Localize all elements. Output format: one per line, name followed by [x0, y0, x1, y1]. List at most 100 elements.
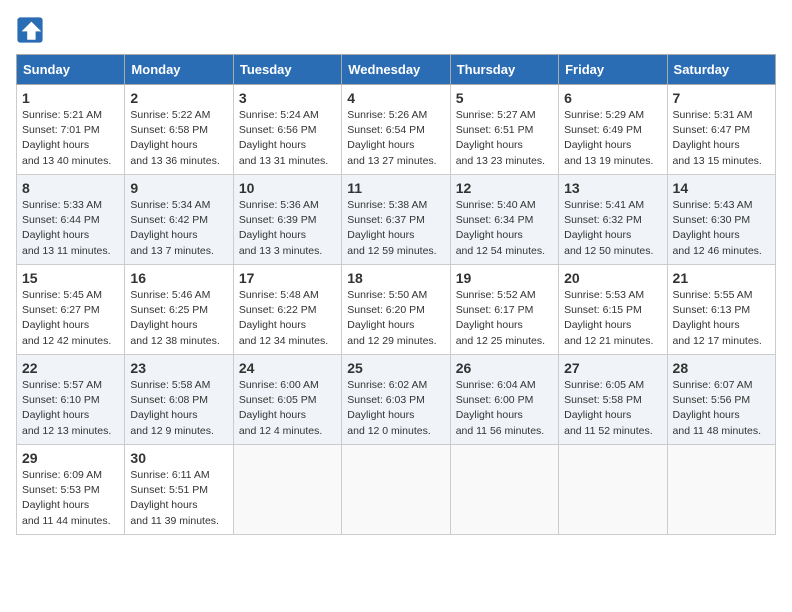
calendar-cell: 18 Sunrise: 5:50 AM Sunset: 6:20 PM Dayl…	[342, 265, 450, 355]
day-number: 13	[564, 180, 661, 196]
col-header-friday: Friday	[559, 55, 667, 85]
calendar-cell: 26 Sunrise: 6:04 AM Sunset: 6:00 PM Dayl…	[450, 355, 558, 445]
day-info: Sunrise: 5:40 AM Sunset: 6:34 PM Dayligh…	[456, 198, 553, 259]
calendar-cell: 15 Sunrise: 5:45 AM Sunset: 6:27 PM Dayl…	[17, 265, 125, 355]
logo	[16, 16, 48, 44]
day-info: Sunrise: 6:07 AM Sunset: 5:56 PM Dayligh…	[673, 378, 770, 439]
calendar-cell: 27 Sunrise: 6:05 AM Sunset: 5:58 PM Dayl…	[559, 355, 667, 445]
day-number: 18	[347, 270, 444, 286]
calendar-cell: 6 Sunrise: 5:29 AM Sunset: 6:49 PM Dayli…	[559, 85, 667, 175]
day-info: Sunrise: 5:24 AM Sunset: 6:56 PM Dayligh…	[239, 108, 336, 169]
day-number: 15	[22, 270, 119, 286]
col-header-sunday: Sunday	[17, 55, 125, 85]
calendar-cell: 1 Sunrise: 5:21 AM Sunset: 7:01 PM Dayli…	[17, 85, 125, 175]
col-header-wednesday: Wednesday	[342, 55, 450, 85]
day-number: 19	[456, 270, 553, 286]
day-number: 5	[456, 90, 553, 106]
calendar-cell: 22 Sunrise: 5:57 AM Sunset: 6:10 PM Dayl…	[17, 355, 125, 445]
col-header-monday: Monday	[125, 55, 233, 85]
calendar-cell: 28 Sunrise: 6:07 AM Sunset: 5:56 PM Dayl…	[667, 355, 775, 445]
day-number: 23	[130, 360, 227, 376]
calendar-cell: 7 Sunrise: 5:31 AM Sunset: 6:47 PM Dayli…	[667, 85, 775, 175]
day-number: 2	[130, 90, 227, 106]
calendar-cell: 2 Sunrise: 5:22 AM Sunset: 6:58 PM Dayli…	[125, 85, 233, 175]
day-info: Sunrise: 5:53 AM Sunset: 6:15 PM Dayligh…	[564, 288, 661, 349]
day-number: 4	[347, 90, 444, 106]
calendar-cell: 24 Sunrise: 6:00 AM Sunset: 6:05 PM Dayl…	[233, 355, 341, 445]
calendar-cell: 19 Sunrise: 5:52 AM Sunset: 6:17 PM Dayl…	[450, 265, 558, 355]
day-info: Sunrise: 5:29 AM Sunset: 6:49 PM Dayligh…	[564, 108, 661, 169]
day-info: Sunrise: 6:04 AM Sunset: 6:00 PM Dayligh…	[456, 378, 553, 439]
day-info: Sunrise: 5:43 AM Sunset: 6:30 PM Dayligh…	[673, 198, 770, 259]
day-info: Sunrise: 6:05 AM Sunset: 5:58 PM Dayligh…	[564, 378, 661, 439]
day-number: 17	[239, 270, 336, 286]
day-info: Sunrise: 5:58 AM Sunset: 6:08 PM Dayligh…	[130, 378, 227, 439]
day-number: 12	[456, 180, 553, 196]
day-number: 9	[130, 180, 227, 196]
calendar-cell: 30 Sunrise: 6:11 AM Sunset: 5:51 PM Dayl…	[125, 445, 233, 535]
day-info: Sunrise: 6:09 AM Sunset: 5:53 PM Dayligh…	[22, 468, 119, 529]
day-number: 10	[239, 180, 336, 196]
day-info: Sunrise: 5:36 AM Sunset: 6:39 PM Dayligh…	[239, 198, 336, 259]
day-info: Sunrise: 6:00 AM Sunset: 6:05 PM Dayligh…	[239, 378, 336, 439]
day-number: 28	[673, 360, 770, 376]
day-info: Sunrise: 5:26 AM Sunset: 6:54 PM Dayligh…	[347, 108, 444, 169]
day-number: 25	[347, 360, 444, 376]
calendar-cell: 25 Sunrise: 6:02 AM Sunset: 6:03 PM Dayl…	[342, 355, 450, 445]
day-number: 29	[22, 450, 119, 466]
calendar-cell	[342, 445, 450, 535]
day-number: 7	[673, 90, 770, 106]
day-info: Sunrise: 5:31 AM Sunset: 6:47 PM Dayligh…	[673, 108, 770, 169]
calendar-cell: 21 Sunrise: 5:55 AM Sunset: 6:13 PM Dayl…	[667, 265, 775, 355]
day-number: 26	[456, 360, 553, 376]
day-info: Sunrise: 5:27 AM Sunset: 6:51 PM Dayligh…	[456, 108, 553, 169]
day-info: Sunrise: 5:41 AM Sunset: 6:32 PM Dayligh…	[564, 198, 661, 259]
calendar-cell: 20 Sunrise: 5:53 AM Sunset: 6:15 PM Dayl…	[559, 265, 667, 355]
calendar-cell: 14 Sunrise: 5:43 AM Sunset: 6:30 PM Dayl…	[667, 175, 775, 265]
calendar-cell: 9 Sunrise: 5:34 AM Sunset: 6:42 PM Dayli…	[125, 175, 233, 265]
calendar-cell: 11 Sunrise: 5:38 AM Sunset: 6:37 PM Dayl…	[342, 175, 450, 265]
day-number: 24	[239, 360, 336, 376]
day-number: 3	[239, 90, 336, 106]
calendar-cell: 5 Sunrise: 5:27 AM Sunset: 6:51 PM Dayli…	[450, 85, 558, 175]
day-info: Sunrise: 5:33 AM Sunset: 6:44 PM Dayligh…	[22, 198, 119, 259]
calendar-cell: 4 Sunrise: 5:26 AM Sunset: 6:54 PM Dayli…	[342, 85, 450, 175]
calendar-cell	[559, 445, 667, 535]
calendar-cell	[667, 445, 775, 535]
day-number: 11	[347, 180, 444, 196]
day-number: 1	[22, 90, 119, 106]
day-info: Sunrise: 5:21 AM Sunset: 7:01 PM Dayligh…	[22, 108, 119, 169]
day-info: Sunrise: 5:55 AM Sunset: 6:13 PM Dayligh…	[673, 288, 770, 349]
calendar-cell	[233, 445, 341, 535]
col-header-thursday: Thursday	[450, 55, 558, 85]
day-info: Sunrise: 5:34 AM Sunset: 6:42 PM Dayligh…	[130, 198, 227, 259]
calendar-cell: 12 Sunrise: 5:40 AM Sunset: 6:34 PM Dayl…	[450, 175, 558, 265]
day-number: 8	[22, 180, 119, 196]
day-number: 22	[22, 360, 119, 376]
day-number: 6	[564, 90, 661, 106]
day-info: Sunrise: 5:45 AM Sunset: 6:27 PM Dayligh…	[22, 288, 119, 349]
day-info: Sunrise: 6:02 AM Sunset: 6:03 PM Dayligh…	[347, 378, 444, 439]
day-info: Sunrise: 5:48 AM Sunset: 6:22 PM Dayligh…	[239, 288, 336, 349]
day-info: Sunrise: 5:52 AM Sunset: 6:17 PM Dayligh…	[456, 288, 553, 349]
day-info: Sunrise: 5:57 AM Sunset: 6:10 PM Dayligh…	[22, 378, 119, 439]
day-info: Sunrise: 5:38 AM Sunset: 6:37 PM Dayligh…	[347, 198, 444, 259]
calendar-cell: 29 Sunrise: 6:09 AM Sunset: 5:53 PM Dayl…	[17, 445, 125, 535]
calendar-table: SundayMondayTuesdayWednesdayThursdayFrid…	[16, 54, 776, 535]
page-header	[16, 16, 776, 44]
day-info: Sunrise: 6:11 AM Sunset: 5:51 PM Dayligh…	[130, 468, 227, 529]
day-number: 21	[673, 270, 770, 286]
calendar-cell	[450, 445, 558, 535]
calendar-cell: 3 Sunrise: 5:24 AM Sunset: 6:56 PM Dayli…	[233, 85, 341, 175]
day-number: 16	[130, 270, 227, 286]
calendar-cell: 13 Sunrise: 5:41 AM Sunset: 6:32 PM Dayl…	[559, 175, 667, 265]
calendar-cell: 16 Sunrise: 5:46 AM Sunset: 6:25 PM Dayl…	[125, 265, 233, 355]
day-number: 14	[673, 180, 770, 196]
calendar-cell: 10 Sunrise: 5:36 AM Sunset: 6:39 PM Dayl…	[233, 175, 341, 265]
day-info: Sunrise: 5:50 AM Sunset: 6:20 PM Dayligh…	[347, 288, 444, 349]
logo-icon	[16, 16, 44, 44]
day-info: Sunrise: 5:22 AM Sunset: 6:58 PM Dayligh…	[130, 108, 227, 169]
day-number: 30	[130, 450, 227, 466]
day-info: Sunrise: 5:46 AM Sunset: 6:25 PM Dayligh…	[130, 288, 227, 349]
calendar-cell: 8 Sunrise: 5:33 AM Sunset: 6:44 PM Dayli…	[17, 175, 125, 265]
